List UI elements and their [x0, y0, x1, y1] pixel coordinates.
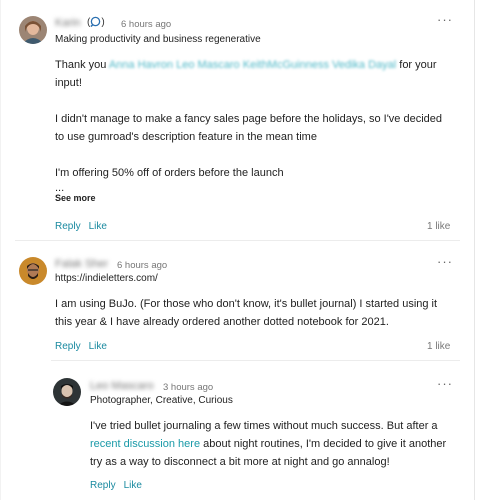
comment-paragraph: I didn't manage to make a fancy sales pa…: [55, 113, 442, 143]
author-tagline: Making productivity and business regener…: [55, 34, 261, 45]
comment-actions: Reply Like: [55, 221, 115, 232]
see-more-button[interactable]: See more: [55, 193, 96, 203]
like-count[interactable]: 1 like: [427, 221, 450, 232]
author-name[interactable]: Leo Mascaro: [90, 380, 154, 392]
comment-actions: Reply Like: [90, 480, 150, 491]
avatar[interactable]: [53, 378, 81, 406]
reply-button[interactable]: Reply: [90, 480, 116, 491]
author-name[interactable]: Karin: [55, 17, 81, 29]
timestamp: 3 hours ago: [163, 382, 214, 393]
more-options-icon[interactable]: ···: [437, 13, 453, 26]
comment-text: I've tried bullet journaling a few times…: [90, 420, 438, 432]
comment-paragraph: I am using BuJo. (For those who don't kn…: [55, 298, 438, 328]
more-options-icon[interactable]: ···: [437, 377, 453, 390]
truncation-ellipsis: ...: [55, 182, 65, 194]
divider: [51, 360, 460, 361]
reply-button[interactable]: Reply: [55, 341, 81, 352]
comment-text: Thank you: [55, 59, 109, 71]
comment-body: I've tried bullet journaling a few times…: [90, 417, 450, 471]
comment-paragraph: Thank you Anna Havron Leo Mascaro KeithM…: [55, 56, 445, 92]
comment-karin: Karin () 6 hours ago ··· Making producti…: [1, 0, 474, 240]
author-tagline: Photographer, Creative, Curious: [90, 395, 233, 406]
comment-body: Thank you Anna Havron Leo Mascaro KeithM…: [55, 56, 445, 194]
like-button[interactable]: Like: [124, 480, 142, 491]
avatar[interactable]: [19, 257, 47, 285]
timestamp: 6 hours ago: [117, 260, 168, 271]
more-options-icon[interactable]: ···: [437, 255, 453, 268]
like-button[interactable]: Like: [89, 341, 107, 352]
comment-thread: Karin () 6 hours ago ··· Making producti…: [0, 0, 475, 500]
reply-button[interactable]: Reply: [55, 221, 81, 232]
author-tagline[interactable]: https://indieletters.com/: [55, 273, 158, 284]
mentioned-users[interactable]: Anna Havron Leo Mascaro KeithMcGuinness …: [109, 59, 396, 71]
comment-body: I am using BuJo. (For those who don't kn…: [55, 295, 450, 331]
divider: [15, 240, 460, 241]
comment-paragraph: I've tried bullet journaling a few times…: [90, 417, 450, 471]
comment-paragraph: I'm offering 50% off of orders before th…: [55, 167, 284, 179]
avatar[interactable]: [19, 16, 47, 44]
verified-badge-icon: (): [87, 16, 105, 28]
comment-actions: Reply Like: [55, 341, 115, 352]
author-name[interactable]: Falak Sher: [55, 258, 108, 270]
timestamp: 6 hours ago: [121, 19, 172, 30]
like-button[interactable]: Like: [89, 221, 107, 232]
discussion-link[interactable]: recent discussion here: [90, 438, 200, 450]
like-count[interactable]: 1 like: [427, 341, 450, 352]
